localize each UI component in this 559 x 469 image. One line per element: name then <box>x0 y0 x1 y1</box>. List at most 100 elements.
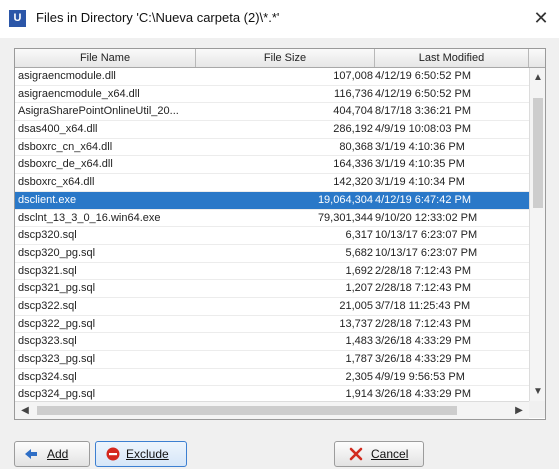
table-body: asigraencmodule.dll 107,008 4/12/19 6:50:5… <box>15 68 529 419</box>
file-size-cell: 107,008 <box>333 70 373 82</box>
window-title: Files in Directory 'C:\Nueva carpeta (2)… <box>36 10 280 25</box>
app-icon: U <box>9 10 26 27</box>
file-size-cell: 21,005 <box>339 299 373 312</box>
table-row[interactable]: asigraencmodule.dll 107,008 4/12/19 6:50:5… <box>15 68 529 86</box>
file-size-cell: 164,336 <box>333 158 373 171</box>
table-row[interactable]: dscp322.sql 21,005 3/7/18 11:25:43 PM <box>15 298 529 316</box>
file-size-cell: 19,064,304 <box>317 193 373 206</box>
last-modified-cell: 3/26/18 4:33:29 PM <box>375 353 472 365</box>
vertical-scrollbar[interactable]: ▲ ▼ <box>529 68 545 401</box>
scrollbar-corner <box>529 401 545 418</box>
last-modified-cell: 3/1/19 4:10:36 PM <box>375 140 465 153</box>
last-modified-cell: 3/1/19 4:10:34 PM <box>375 176 465 189</box>
table-row[interactable]: dsboxrc_cn_x64.dll 80,368 3/1/19 4:10:36 P… <box>15 139 529 157</box>
table-row[interactable]: asigraencmodule_x64.dll 116,736 4/12/19 6:… <box>15 86 529 104</box>
horizontal-scroll-thumb[interactable] <box>37 406 457 415</box>
file-size-cell: 116,736 <box>334 87 373 100</box>
table-row[interactable]: dscp323.sql 1,483 3/26/18 4:33:29 PM <box>15 333 529 351</box>
table-row[interactable]: dsas400_x64.dll 286,192 4/9/19 10:08:03 PM <box>15 121 529 139</box>
cancel-button-label: Cancel <box>371 447 409 461</box>
title-bar: U Files in Directory 'C:\Nueva carpeta (… <box>0 0 559 38</box>
last-modified-cell: 8/17/18 3:36:21 PM <box>375 105 472 118</box>
file-size-cell: 6,317 <box>345 229 373 242</box>
last-modified-cell: 2/28/18 7:12:43 PM <box>375 317 472 330</box>
file-name-cell: dsboxrc_cn_x64.dll <box>18 140 113 153</box>
file-name-cell: dsclnt_13_3_0_16.win64.exe <box>18 211 161 224</box>
last-modified-cell: 2/28/18 7:12:43 PM <box>375 264 472 277</box>
exclude-icon <box>106 447 120 461</box>
column-header-file-name[interactable]: File Name <box>15 49 196 67</box>
scroll-right-arrow-icon[interactable]: ▶ <box>511 402 527 419</box>
close-button[interactable]: ✕ <box>530 6 552 30</box>
last-modified-cell: 4/12/19 6:50:52 PM <box>375 87 472 100</box>
last-modified-cell: 4/9/19 9:56:53 PM <box>375 370 465 383</box>
exclude-button[interactable]: Exclude <box>95 441 187 467</box>
scroll-up-arrow-icon[interactable]: ▲ <box>530 70 545 86</box>
file-name-cell: dscp322_pg.sql <box>18 317 96 330</box>
column-header-file-size[interactable]: File Size <box>196 49 375 67</box>
file-name-cell: dscp320.sql <box>18 229 77 242</box>
file-size-cell: 79,301,344 <box>317 211 373 224</box>
file-name-cell: dscp321_pg.sql <box>18 282 96 295</box>
add-arrow-icon <box>25 449 37 459</box>
last-modified-cell: 2/28/18 7:12:43 PM <box>375 282 472 295</box>
file-size-cell: 5,682 <box>345 246 373 259</box>
scroll-left-arrow-icon[interactable]: ◀ <box>17 402 33 419</box>
last-modified-cell: 9/10/20 12:33:02 PM <box>375 211 478 224</box>
table-row[interactable]: dsboxrc_x64.dll 142,320 3/1/19 4:10:34 PM <box>15 174 529 192</box>
file-size-cell: 1,787 <box>345 353 373 365</box>
table-row[interactable]: AsigraSharePointOnlineUtil_20... 404,704 8… <box>15 103 529 122</box>
table-row[interactable]: dscp324.sql 2,305 4/9/19 9:56:53 PM <box>15 369 529 387</box>
column-header-last-modified[interactable]: Last Modified <box>375 49 529 67</box>
last-modified-cell: 3/1/19 4:10:35 PM <box>375 158 465 171</box>
last-modified-cell: 10/13/17 6:23:07 PM <box>375 246 478 259</box>
last-modified-cell: 3/26/18 4:33:29 PM <box>375 335 472 348</box>
vertical-scroll-thumb[interactable] <box>533 98 543 208</box>
exclude-button-label: Exclude <box>126 447 169 461</box>
file-name-cell: dsboxrc_de_x64.dll <box>18 158 113 171</box>
file-name-cell: dscp323.sql <box>18 335 77 348</box>
file-name-cell: dsas400_x64.dll <box>18 123 98 136</box>
file-size-cell: 1,483 <box>345 335 373 348</box>
file-name-cell: dsclient.exe <box>18 193 77 206</box>
table-header: File Name File Size Last Modified <box>15 49 545 68</box>
file-size-cell: 1,692 <box>345 264 373 277</box>
file-name-cell: asigraencmodule_x64.dll <box>18 87 140 100</box>
file-name-cell: dscp320_pg.sql <box>18 246 96 259</box>
table-row[interactable]: dscp323_pg.sql 1,787 3/26/18 4:33:29 PM <box>15 351 529 369</box>
file-name-cell: dscp321.sql <box>18 264 77 277</box>
table-row[interactable]: dscp321.sql 1,692 2/28/18 7:12:43 PM <box>15 263 529 281</box>
last-modified-cell: 10/13/17 6:23:07 PM <box>375 229 478 242</box>
add-button-label: Add <box>47 447 69 461</box>
file-name-cell: dscp323_pg.sql <box>18 353 96 365</box>
table-row[interactable]: dscp322_pg.sql 13,737 2/28/18 7:12:43 PM <box>15 316 529 334</box>
cancel-x-icon <box>349 447 363 461</box>
add-button[interactable]: Add <box>14 441 90 467</box>
file-name-cell: AsigraSharePointOnlineUtil_20... <box>18 105 179 118</box>
table-row[interactable]: dsclient.exe 19,064,304 4/12/19 6:47:42 PM <box>15 191 529 210</box>
table-row[interactable]: dscp320.sql 6,317 10/13/17 6:23:07 PM <box>15 227 529 245</box>
last-modified-cell: 4/12/19 6:47:42 PM <box>375 193 472 206</box>
horizontal-scrollbar[interactable]: ◀ ▶ <box>15 401 529 419</box>
file-size-cell: 142,320 <box>333 176 373 189</box>
file-size-cell: 404,704 <box>333 105 373 118</box>
file-name-cell: dscp324.sql <box>18 370 77 383</box>
table-row[interactable]: dsboxrc_de_x64.dll 164,336 3/1/19 4:10:35 … <box>15 156 529 175</box>
file-size-cell: 2,305 <box>345 370 373 383</box>
table-row[interactable]: dscp321_pg.sql 1,207 2/28/18 7:12:43 PM <box>15 280 529 298</box>
file-size-cell: 13,737 <box>339 317 373 330</box>
file-table: File Name File Size Last Modified asigra… <box>14 48 546 420</box>
file-size-cell: 1,207 <box>345 282 373 295</box>
last-modified-cell: 3/7/18 11:25:43 PM <box>375 299 471 312</box>
file-size-cell: 286,192 <box>333 123 373 136</box>
file-name-cell: asigraencmodule.dll <box>18 70 116 82</box>
last-modified-cell: 4/9/19 10:08:03 PM <box>375 123 472 136</box>
table-row[interactable]: dsclnt_13_3_0_16.win64.exe 79,301,344 9/10… <box>15 210 529 228</box>
scroll-down-arrow-icon[interactable]: ▼ <box>530 384 545 400</box>
cancel-button[interactable]: Cancel <box>334 441 424 467</box>
file-name-cell: dscp322.sql <box>18 299 77 312</box>
table-row[interactable]: dscp320_pg.sql 5,682 10/13/17 6:23:07 PM <box>15 245 529 263</box>
file-name-cell: dsboxrc_x64.dll <box>18 176 95 189</box>
last-modified-cell: 4/12/19 6:50:52 PM <box>375 70 472 82</box>
file-size-cell: 80,368 <box>339 140 373 153</box>
